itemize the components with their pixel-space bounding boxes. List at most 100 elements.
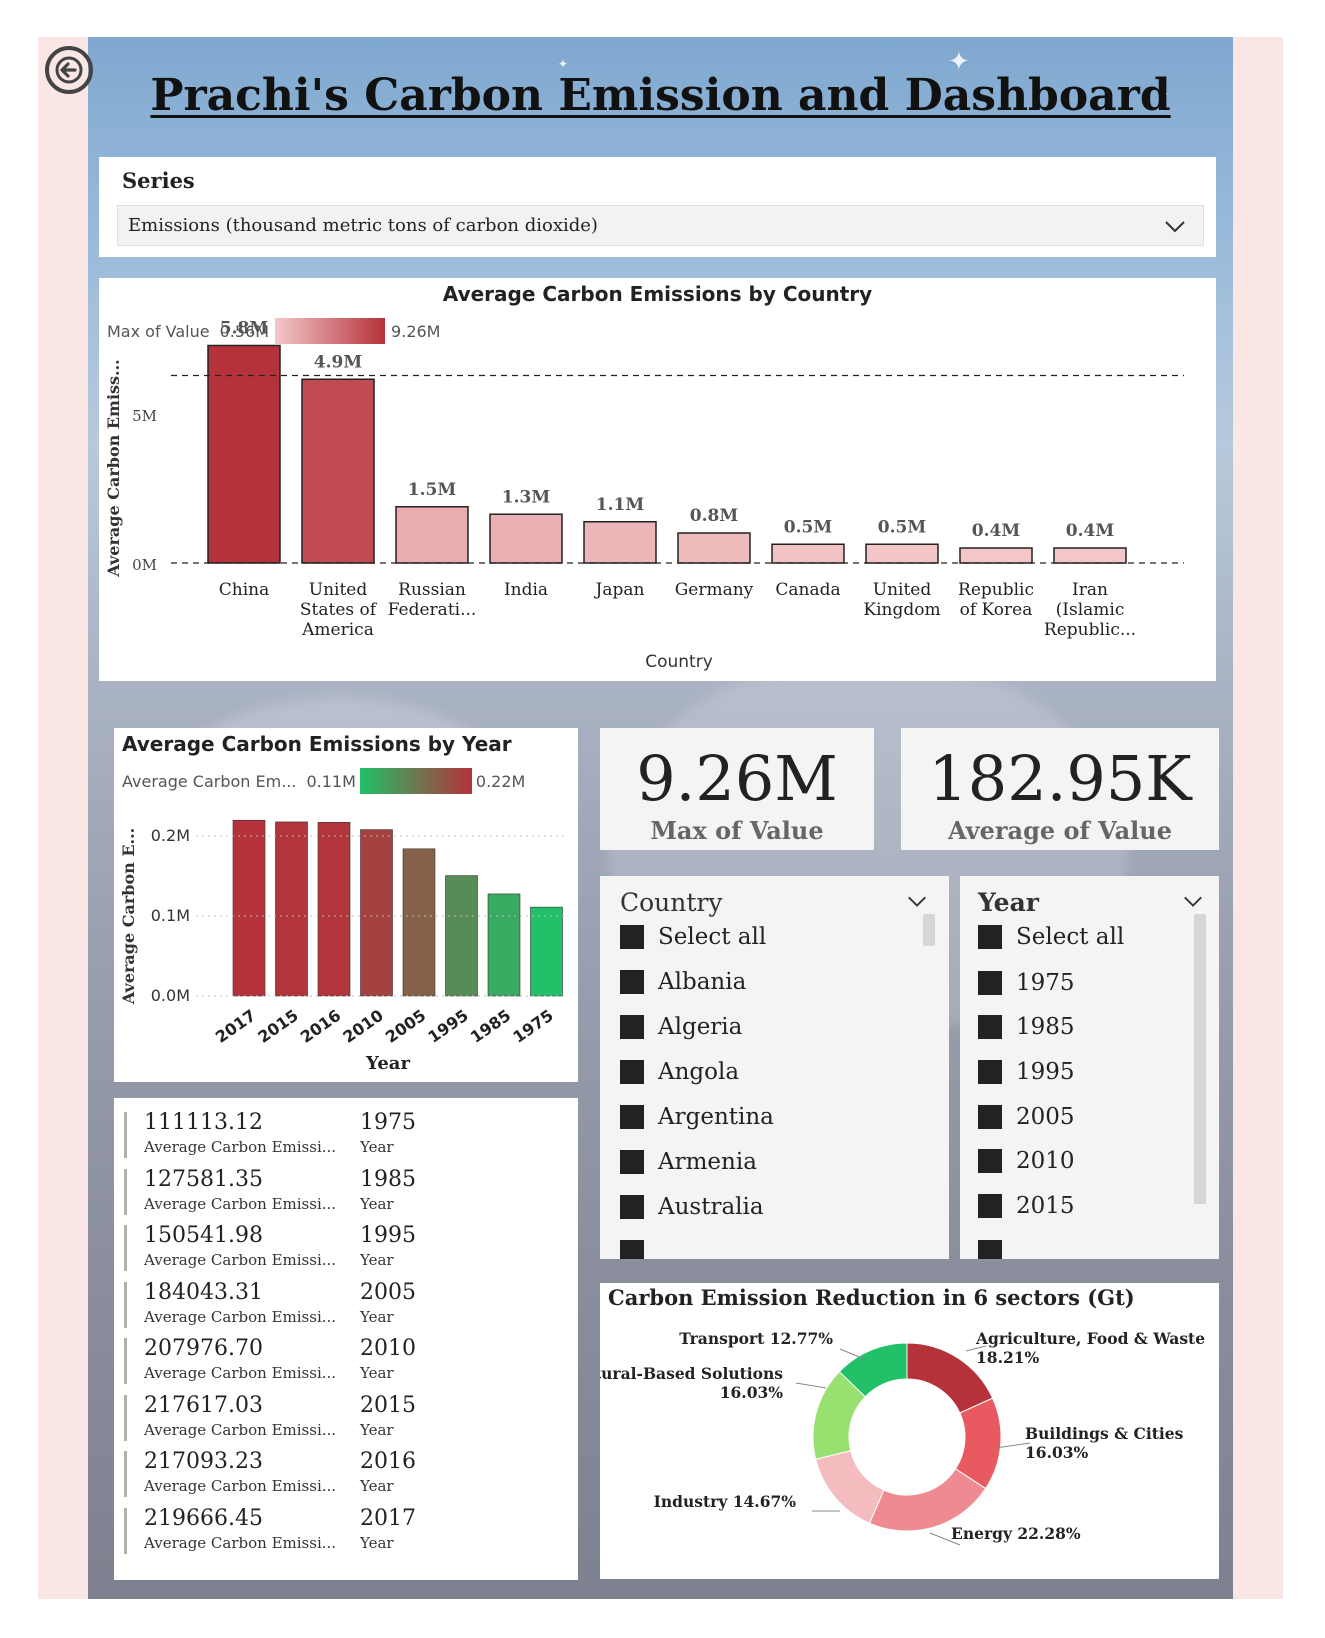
multi-card-row: 111113.12 Average Carbon Emissi... 1975 Yea… xyxy=(124,1110,524,1158)
country-bar[interactable] xyxy=(1053,547,1127,564)
year-bar[interactable] xyxy=(360,829,393,997)
year-option-2015[interactable]: 2015 xyxy=(978,1193,1075,1219)
checkbox[interactable] xyxy=(978,971,1002,995)
chevron-down-icon[interactable] xyxy=(1182,890,1204,912)
sector-donut-chart: Agriculture, Food & Waste 18.21% Buildings… xyxy=(600,1329,1205,1546)
country-bar[interactable] xyxy=(677,532,751,564)
checkbox[interactable] xyxy=(978,1194,1002,1218)
country-bar[interactable] xyxy=(489,513,563,564)
country-bar-data-label: 5.8M xyxy=(220,319,269,339)
country-option-australia[interactable]: Australia xyxy=(620,1194,764,1220)
multi-card-value-label: Average Carbon Emissi... xyxy=(144,1477,337,1495)
country-bar-data-label: 0.5M xyxy=(878,517,927,537)
series-dropdown-value: Emissions (thousand metric tons of carbo… xyxy=(128,215,598,236)
country-slicer-scrollbar[interactable] xyxy=(923,914,935,946)
checkbox[interactable] xyxy=(620,925,644,949)
year-bar[interactable] xyxy=(275,821,308,997)
year-bar[interactable] xyxy=(317,822,351,997)
multi-card-year: 2017 xyxy=(360,1505,416,1531)
country-option-algeria[interactable]: Algeria xyxy=(620,1014,742,1040)
checkbox[interactable] xyxy=(620,1105,644,1129)
multi-card-year-label: Year xyxy=(360,1533,394,1552)
average-value-number: 182.95K xyxy=(928,742,1192,815)
back-button[interactable] xyxy=(45,46,93,94)
checkbox[interactable] xyxy=(620,1015,644,1039)
multi-card-row: 150541.98 Average Carbon Emissi... 1995 Yea… xyxy=(124,1223,524,1271)
country-bar[interactable] xyxy=(301,378,375,564)
donut-slice-label: Natural-Based Solutions16.03% xyxy=(600,1364,783,1402)
country-option-albania[interactable]: Albania xyxy=(620,969,746,995)
average-value-card: 182.95K Average of Value xyxy=(901,728,1219,850)
multi-card-year: 2016 xyxy=(360,1449,416,1474)
year-bar[interactable] xyxy=(402,848,436,997)
multi-card-row: 207976.70 Average Carbon Emissi... 2010 Yea… xyxy=(124,1336,524,1384)
year-option-1985[interactable]: 1985 xyxy=(978,1014,1075,1040)
donut-slice-label: Buildings & Cities 16.03% xyxy=(1025,1424,1184,1462)
year-bar[interactable] xyxy=(445,875,478,997)
year-slicer-scrollbar[interactable] xyxy=(1194,914,1206,1204)
country-bar-data-label: 1.5M xyxy=(408,480,457,500)
country-option-angola[interactable]: Angola xyxy=(620,1059,739,1085)
left-margin xyxy=(38,37,88,1599)
checkbox[interactable] xyxy=(978,1060,1002,1084)
country-bar[interactable] xyxy=(207,344,281,564)
multi-card-value-label: Average Carbon Emissi... xyxy=(144,1420,337,1439)
country-option-armenia[interactable]: Armenia xyxy=(620,1149,757,1175)
multi-card-year: 1985 xyxy=(360,1166,416,1192)
checkbox[interactable] xyxy=(978,1149,1002,1173)
multi-card-row: 217093.23 Average Carbon Emissi... 2016 Yea… xyxy=(124,1449,524,1497)
donut-slice[interactable] xyxy=(868,1468,987,1532)
year-category-label: 2015 xyxy=(254,1006,301,1047)
year-bar[interactable] xyxy=(232,819,266,997)
year-option-2005[interactable]: 2005 xyxy=(978,1104,1075,1130)
multi-card-value: 217617.03 xyxy=(144,1392,263,1418)
country-bar[interactable] xyxy=(395,506,469,564)
country-y-tick-5m: 5M xyxy=(132,407,157,425)
series-dropdown[interactable]: Emissions (thousand metric tons of carbo… xyxy=(117,205,1204,246)
country-bar[interactable] xyxy=(771,543,845,564)
country-bar[interactable] xyxy=(583,521,657,564)
checkbox[interactable] xyxy=(620,1060,644,1084)
year-bar[interactable] xyxy=(487,893,521,997)
year-category-label: 2010 xyxy=(339,1006,386,1047)
country-category-label: Canada xyxy=(775,580,840,600)
checkbox[interactable] xyxy=(620,1195,644,1219)
year-option-2010[interactable]: 2010 xyxy=(978,1148,1075,1174)
year-y-tick-00m: 0.0M xyxy=(151,986,190,1005)
year-category-label: 2017 xyxy=(212,1006,259,1047)
country-bar[interactable] xyxy=(959,547,1033,564)
checkbox[interactable] xyxy=(978,925,1002,949)
multi-card-value-label: Average Carbon Emissi... xyxy=(144,1251,337,1269)
checkbox[interactable] xyxy=(978,1015,1002,1039)
multi-card-row: 184043.31 Average Carbon Emissi... 2005 Yea… xyxy=(124,1279,524,1328)
multi-card-year: 2005 xyxy=(360,1279,416,1305)
series-slicer-label: Series xyxy=(122,168,195,193)
multi-card-year-label: Year xyxy=(360,1138,394,1156)
multi-card-row: 127581.35 Average Carbon Emissi... 1985 Yea… xyxy=(124,1166,524,1215)
year-chart-panel: Average Carbon Emissions by Year Average… xyxy=(114,728,578,1082)
checkbox[interactable] xyxy=(620,1150,644,1174)
year-bar[interactable] xyxy=(530,906,563,997)
country-bar[interactable] xyxy=(865,543,939,564)
checkbox-partial xyxy=(620,1240,644,1259)
country-category-label: Iran (Islamic Republic... xyxy=(1044,580,1136,640)
year-option-1975[interactable]: 1975 xyxy=(978,970,1075,996)
year-category-label: 1995 xyxy=(424,1006,471,1047)
country-option-select-all[interactable]: Select all xyxy=(620,924,766,950)
year-option-select-all[interactable]: Select all xyxy=(978,924,1124,950)
year-option-1995[interactable]: 1995 xyxy=(978,1059,1075,1085)
country-option-argentina[interactable]: Argentina xyxy=(620,1104,774,1130)
multi-card-value-label: Average Carbon Emissi... xyxy=(144,1138,337,1156)
country-category-label: United Kingdom xyxy=(863,580,940,620)
multi-card-year-label: Year xyxy=(360,1307,394,1326)
donut-slice[interactable] xyxy=(815,1450,885,1524)
year-slicer-header: Year xyxy=(978,888,1039,917)
checkbox[interactable] xyxy=(978,1105,1002,1129)
multi-card-value: 207976.70 xyxy=(144,1336,263,1361)
checkbox[interactable] xyxy=(620,970,644,994)
country-category-label: China xyxy=(219,580,269,600)
year-y-tick-02m: 0.2M xyxy=(151,826,190,845)
multi-card-year: 1975 xyxy=(360,1110,416,1135)
year-y-axis-label: Average Carbon E... xyxy=(119,828,138,1005)
chevron-down-icon[interactable] xyxy=(906,890,928,912)
